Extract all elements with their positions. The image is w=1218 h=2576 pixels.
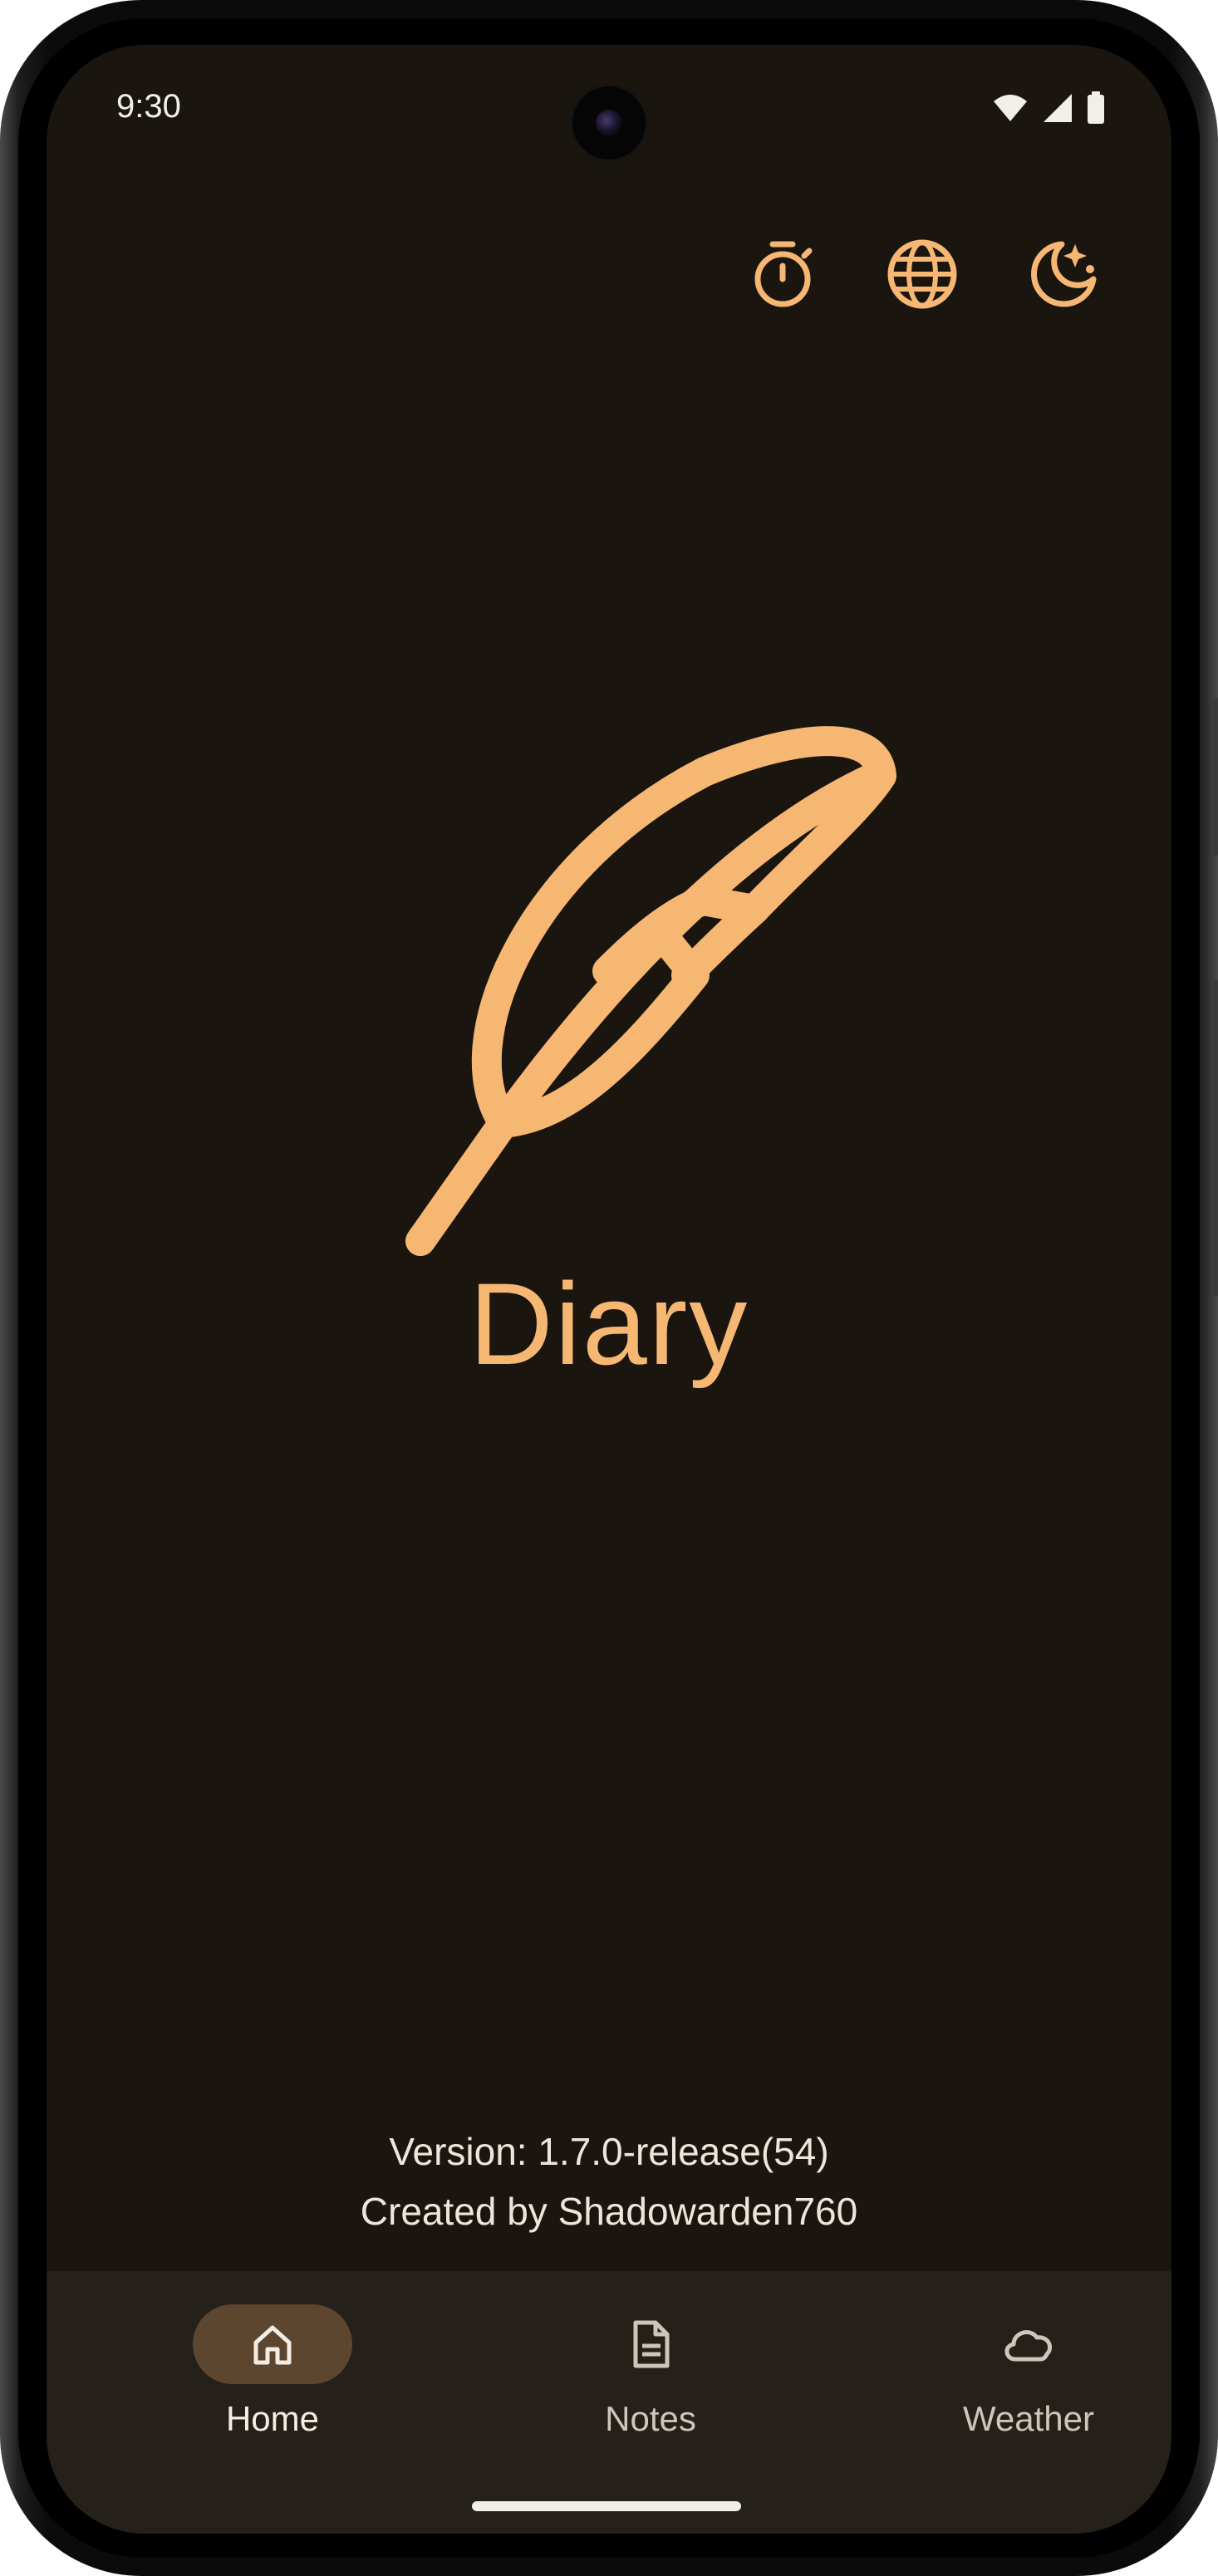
app-title: Diary bbox=[469, 1259, 749, 1389]
nav-item-home[interactable]: Home bbox=[148, 2304, 397, 2454]
created-by-text: Created by Shadowarden760 bbox=[360, 2190, 858, 2233]
theme-night-icon bbox=[1031, 241, 1097, 307]
cloud-icon bbox=[1004, 2330, 1052, 2362]
nav-label-home: Home bbox=[225, 2399, 320, 2438]
camera-lens bbox=[596, 110, 622, 136]
document-icon bbox=[633, 2320, 670, 2368]
theme-toggle-button[interactable] bbox=[1022, 234, 1102, 314]
app-info: Version: 1.7.0-release(54) Created by Sh… bbox=[47, 2122, 1171, 2241]
nav-notes-indicator bbox=[571, 2304, 730, 2384]
volume-button bbox=[1213, 980, 1218, 1296]
timer-icon bbox=[754, 241, 813, 307]
screen: 9:30 Diary Version: 1.7.0-release(54) Cr… bbox=[47, 45, 1171, 2534]
gesture-navigation-bar[interactable] bbox=[472, 2501, 741, 2511]
hero: Diary bbox=[47, 726, 1171, 1407]
globe-icon bbox=[887, 239, 957, 309]
nav-label-notes: Notes bbox=[605, 2399, 696, 2438]
power-button bbox=[1213, 698, 1218, 856]
bottom-navigation: Home Notes Weather bbox=[47, 2271, 1171, 2534]
version-text: Version: 1.7.0-release(54) bbox=[389, 2130, 829, 2173]
status-time: 9:30 bbox=[116, 88, 181, 125]
feather-icon bbox=[405, 726, 896, 1256]
status-icons bbox=[992, 91, 1105, 125]
cellular-signal-icon bbox=[1044, 94, 1072, 122]
nav-weather-indicator bbox=[949, 2304, 1108, 2384]
nav-label-weather: Weather bbox=[963, 2399, 1094, 2438]
device-frame: 9:30 Diary Version: 1.7.0-release(54) Cr… bbox=[0, 0, 1218, 2576]
home-icon bbox=[253, 2325, 292, 2365]
nav-home-indicator bbox=[193, 2304, 352, 2384]
battery-icon bbox=[1088, 91, 1104, 124]
nav-item-weather[interactable]: Weather bbox=[904, 2304, 1153, 2454]
top-actions bbox=[743, 234, 1102, 314]
front-camera bbox=[572, 86, 646, 159]
nav-item-notes[interactable]: Notes bbox=[526, 2304, 775, 2454]
language-button[interactable] bbox=[882, 234, 962, 314]
timer-button[interactable] bbox=[743, 234, 823, 314]
wifi-icon bbox=[994, 95, 1027, 121]
